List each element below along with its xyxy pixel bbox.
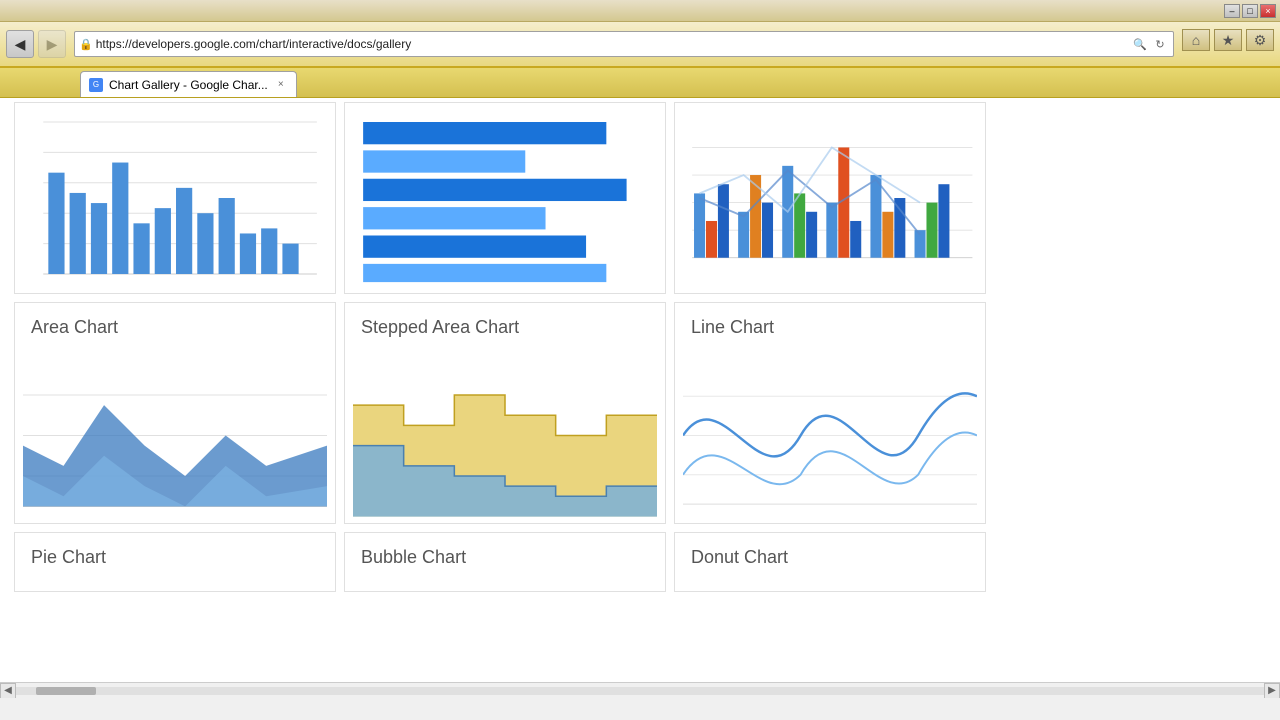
pie-chart-title: Pie Chart [15, 533, 335, 578]
bubble-chart-title: Bubble Chart [345, 533, 665, 578]
stepped-area-chart-card[interactable]: Stepped Area Chart [344, 302, 666, 524]
bubble-chart-card[interactable]: Bubble Chart [344, 532, 666, 592]
tab-bar: G Chart Gallery - Google Char... × [0, 68, 1280, 98]
scroll-left-button[interactable]: ◀ [0, 683, 16, 699]
donut-chart-card[interactable]: Donut Chart [674, 532, 986, 592]
tab-label: Chart Gallery - Google Char... [109, 78, 268, 92]
tab-close-button[interactable]: × [274, 78, 288, 92]
page-content: Area Chart St [0, 98, 1280, 698]
address-bar[interactable]: 🔒 https://developers.google.com/chart/in… [74, 31, 1174, 57]
pie-chart-card[interactable]: Pie Chart [14, 532, 336, 592]
close-button[interactable]: × [1260, 4, 1276, 18]
lock-icon: 🔒 [79, 38, 93, 51]
maximize-button[interactable]: □ [1242, 4, 1258, 18]
column-chart-card[interactable] [14, 102, 336, 294]
scroll-track [16, 687, 1264, 695]
title-bar: – □ × [0, 0, 1280, 22]
tab-favicon: G [89, 78, 103, 92]
stepped-area-chart-title: Stepped Area Chart [345, 303, 665, 348]
stepped-area-svg [353, 352, 657, 519]
horizontal-scrollbar[interactable]: ◀ ▶ [0, 682, 1280, 698]
search-icon[interactable]: 🔍 [1131, 35, 1149, 53]
column-chart-svg [23, 107, 327, 289]
nav-bar: ◀ ▶ 🔒 https://developers.google.com/char… [0, 22, 1280, 68]
combo-chart-card[interactable] [674, 102, 986, 294]
minimize-button[interactable]: – [1224, 4, 1240, 18]
favorites-button[interactable]: ★ [1214, 29, 1242, 51]
chart-gallery: Area Chart St [10, 98, 1280, 596]
area-chart-svg [23, 352, 327, 519]
url-text: https://developers.google.com/chart/inte… [96, 37, 1131, 51]
refresh-icon[interactable]: ↻ [1151, 35, 1169, 53]
hbar-chart-card[interactable] [344, 102, 666, 294]
line-chart-card[interactable]: Line Chart [674, 302, 986, 524]
donut-chart-title: Donut Chart [675, 533, 985, 578]
line-chart-title: Line Chart [675, 303, 985, 348]
forward-button[interactable]: ▶ [38, 30, 66, 58]
line-chart-svg [683, 352, 977, 519]
combo-chart-svg [683, 107, 977, 289]
settings-button[interactable]: ⚙ [1246, 29, 1274, 51]
area-chart-card[interactable]: Area Chart [14, 302, 336, 524]
active-tab[interactable]: G Chart Gallery - Google Char... × [80, 71, 297, 97]
area-chart-title: Area Chart [15, 303, 335, 348]
scroll-thumb[interactable] [36, 687, 96, 695]
scroll-right-button[interactable]: ▶ [1264, 683, 1280, 699]
back-button[interactable]: ◀ [6, 30, 34, 58]
hbar-chart-svg [353, 107, 657, 289]
home-button[interactable]: ⌂ [1182, 29, 1210, 51]
